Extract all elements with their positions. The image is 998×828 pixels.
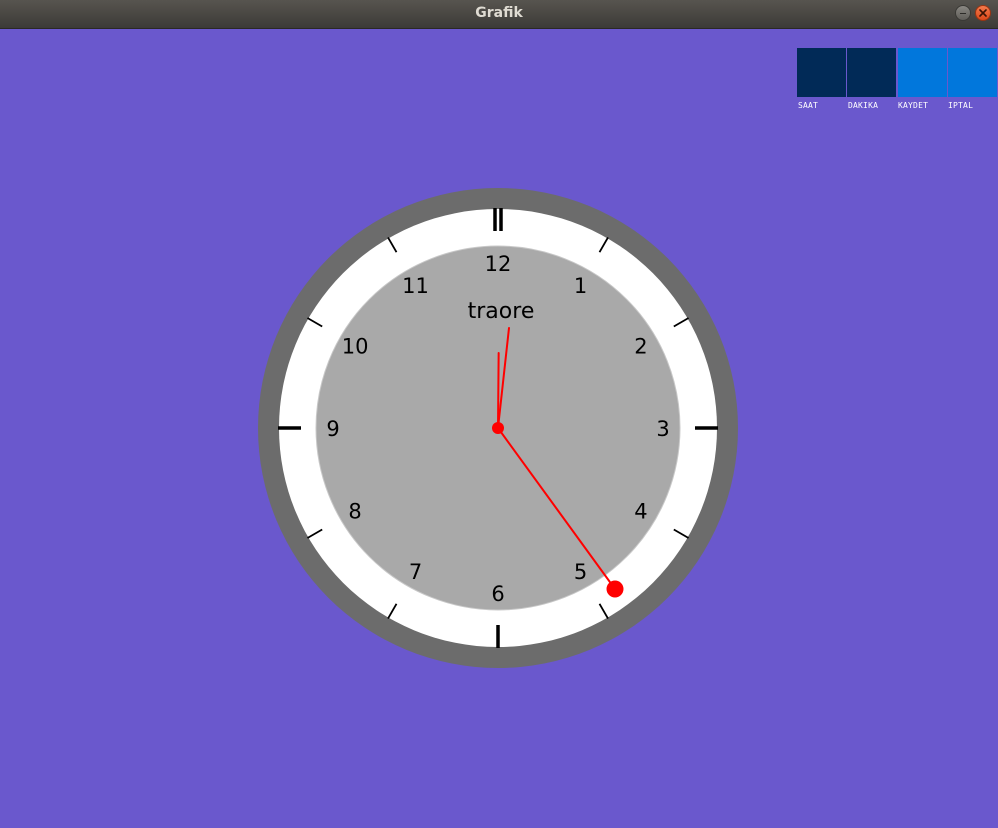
minimize-icon[interactable] bbox=[955, 5, 971, 21]
hour-number: 5 bbox=[574, 560, 587, 584]
window-title: Grafik bbox=[475, 5, 523, 21]
hour-number: 8 bbox=[348, 500, 361, 524]
title-bar[interactable]: Grafik bbox=[0, 0, 998, 29]
brand-label: traore bbox=[468, 299, 535, 324]
close-icon[interactable] bbox=[975, 5, 991, 21]
hour-number: 4 bbox=[634, 500, 647, 524]
hour-number: 12 bbox=[485, 252, 512, 276]
hour-number: 11 bbox=[402, 274, 429, 298]
hour-number: 1 bbox=[574, 274, 587, 298]
hour-number: 7 bbox=[409, 560, 422, 584]
hour-number: 2 bbox=[634, 335, 647, 359]
hour-number: 3 bbox=[656, 417, 669, 441]
red-marker bbox=[606, 580, 624, 598]
hour-number: 10 bbox=[342, 335, 369, 359]
hour-number: 9 bbox=[326, 417, 339, 441]
clock-face: 121234567891011 traore bbox=[258, 188, 738, 668]
center-pin bbox=[492, 422, 504, 434]
hour-number: 6 bbox=[491, 582, 504, 606]
